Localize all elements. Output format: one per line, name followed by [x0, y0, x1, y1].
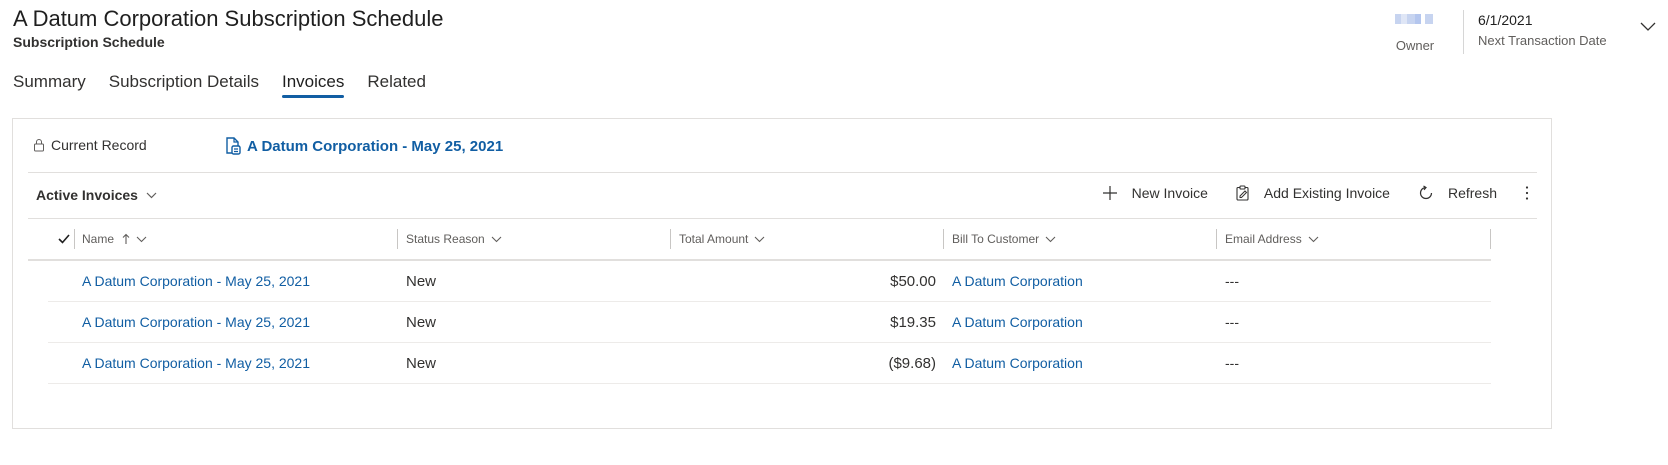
total-amount-cell: $19.35: [890, 313, 936, 331]
email-address-cell: ---: [1225, 314, 1239, 330]
next-transaction-date-value: 6/1/2021: [1478, 12, 1533, 28]
invoices-grid: Name Status Reason Total Amount Bill To …: [28, 219, 1491, 384]
email-address-cell: ---: [1225, 355, 1239, 371]
status-reason-cell: New: [406, 354, 437, 372]
refresh-label: Refresh: [1447, 185, 1497, 201]
tab-related[interactable]: Related: [367, 72, 426, 98]
chevron-down-icon: [491, 236, 502, 243]
chevron-down-icon: [136, 236, 147, 243]
column-header-name[interactable]: Name: [74, 218, 398, 260]
document-icon: [225, 137, 241, 155]
lock-icon: [33, 138, 45, 152]
next-transaction-date-field: 6/1/2021 Next Transaction Date: [1478, 8, 1628, 48]
header-divider: [1463, 10, 1464, 54]
invoice-name-link[interactable]: A Datum Corporation - May 25, 2021: [74, 355, 398, 371]
table-row[interactable]: A Datum Corporation - May 25, 2021 New (…: [48, 343, 1491, 384]
current-record-link[interactable]: A Datum Corporation - May 25, 2021: [225, 137, 503, 155]
column-header-bill-to-customer-label: Bill To Customer: [952, 232, 1040, 246]
bill-to-customer-link[interactable]: A Datum Corporation: [944, 273, 1217, 289]
chevron-down-icon: [1045, 236, 1056, 243]
owner-field[interactable]: Owner: [1379, 8, 1451, 53]
invoice-name-link[interactable]: A Datum Corporation - May 25, 2021: [74, 314, 398, 330]
plus-icon: [1102, 185, 1118, 201]
tab-summary[interactable]: Summary: [13, 72, 86, 98]
owner-label: Owner: [1395, 38, 1435, 53]
status-reason-cell: New: [406, 272, 437, 290]
current-record-link-text: A Datum Corporation - May 25, 2021: [247, 137, 504, 155]
total-amount-cell: $50.00: [890, 272, 936, 290]
new-invoice-label: New Invoice: [1131, 185, 1208, 201]
bill-to-customer-link[interactable]: A Datum Corporation: [944, 355, 1217, 371]
clipboard-icon: [1236, 185, 1250, 201]
add-existing-invoice-button[interactable]: Add Existing Invoice: [1236, 185, 1390, 201]
tab-subscription-details[interactable]: Subscription Details: [109, 72, 259, 98]
column-header-total-amount-label: Total Amount: [679, 232, 749, 246]
panel-divider: [28, 172, 1537, 173]
column-header-email-address[interactable]: Email Address: [1217, 218, 1491, 260]
sort-ascending-icon: [122, 233, 130, 245]
more-commands-more-vertical-icon[interactable]: [1525, 185, 1529, 201]
refresh-icon: [1418, 185, 1434, 201]
table-row[interactable]: A Datum Corporation - May 25, 2021 New $…: [48, 261, 1491, 302]
add-existing-invoice-label: Add Existing Invoice: [1263, 185, 1390, 201]
tab-invoices[interactable]: Invoices: [281, 72, 345, 98]
owner-avatar-redacted[interactable]: [1395, 14, 1435, 26]
total-amount-cell: ($9.68): [888, 354, 936, 372]
expand-header-chevron-down-icon[interactable]: [1628, 22, 1668, 32]
grid-header: Name Status Reason Total Amount Bill To …: [28, 219, 1491, 261]
invoices-subgrid-panel: Current Record A Datum Corporation - May…: [12, 118, 1552, 429]
bill-to-customer-link[interactable]: A Datum Corporation: [944, 314, 1217, 330]
column-header-total-amount[interactable]: Total Amount: [671, 218, 944, 260]
column-header-status-reason[interactable]: Status Reason: [398, 218, 671, 260]
column-header-bill-to-customer[interactable]: Bill To Customer: [944, 218, 1217, 260]
refresh-button[interactable]: Refresh: [1418, 185, 1497, 201]
email-address-cell: ---: [1225, 273, 1239, 289]
chevron-down-icon: [754, 236, 765, 243]
column-header-name-label: Name: [82, 232, 115, 246]
select-all-checkmark-icon[interactable]: [28, 234, 74, 244]
current-record-label: Current Record: [33, 137, 147, 153]
page-title: A Datum Corporation Subscription Schedul…: [13, 6, 444, 31]
column-header-email-address-label: Email Address: [1225, 232, 1302, 246]
subgrid-toolbar: New Invoice Add Existing Invoice Refresh: [1074, 185, 1529, 201]
new-invoice-button[interactable]: New Invoice: [1102, 185, 1208, 201]
column-header-status-reason-label: Status Reason: [406, 232, 485, 246]
form-tabs: Summary Subscription Details Invoices Re…: [13, 72, 449, 98]
entity-type-label: Subscription Schedule: [13, 34, 165, 50]
next-transaction-date-label: Next Transaction Date: [1478, 33, 1607, 48]
invoice-name-link[interactable]: A Datum Corporation - May 25, 2021: [74, 273, 398, 289]
view-name: Active Invoices: [36, 187, 138, 203]
chevron-down-icon: [1308, 236, 1319, 243]
view-selector[interactable]: Active Invoices: [36, 187, 157, 203]
chevron-down-icon: [146, 192, 157, 199]
current-record-text: Current Record: [51, 137, 147, 153]
header-fields: Owner 6/1/2021 Next Transaction Date: [1379, 8, 1668, 54]
table-row[interactable]: A Datum Corporation - May 25, 2021 New $…: [48, 302, 1491, 343]
status-reason-cell: New: [406, 313, 437, 331]
record-header: A Datum Corporation Subscription Schedul…: [13, 6, 443, 50]
